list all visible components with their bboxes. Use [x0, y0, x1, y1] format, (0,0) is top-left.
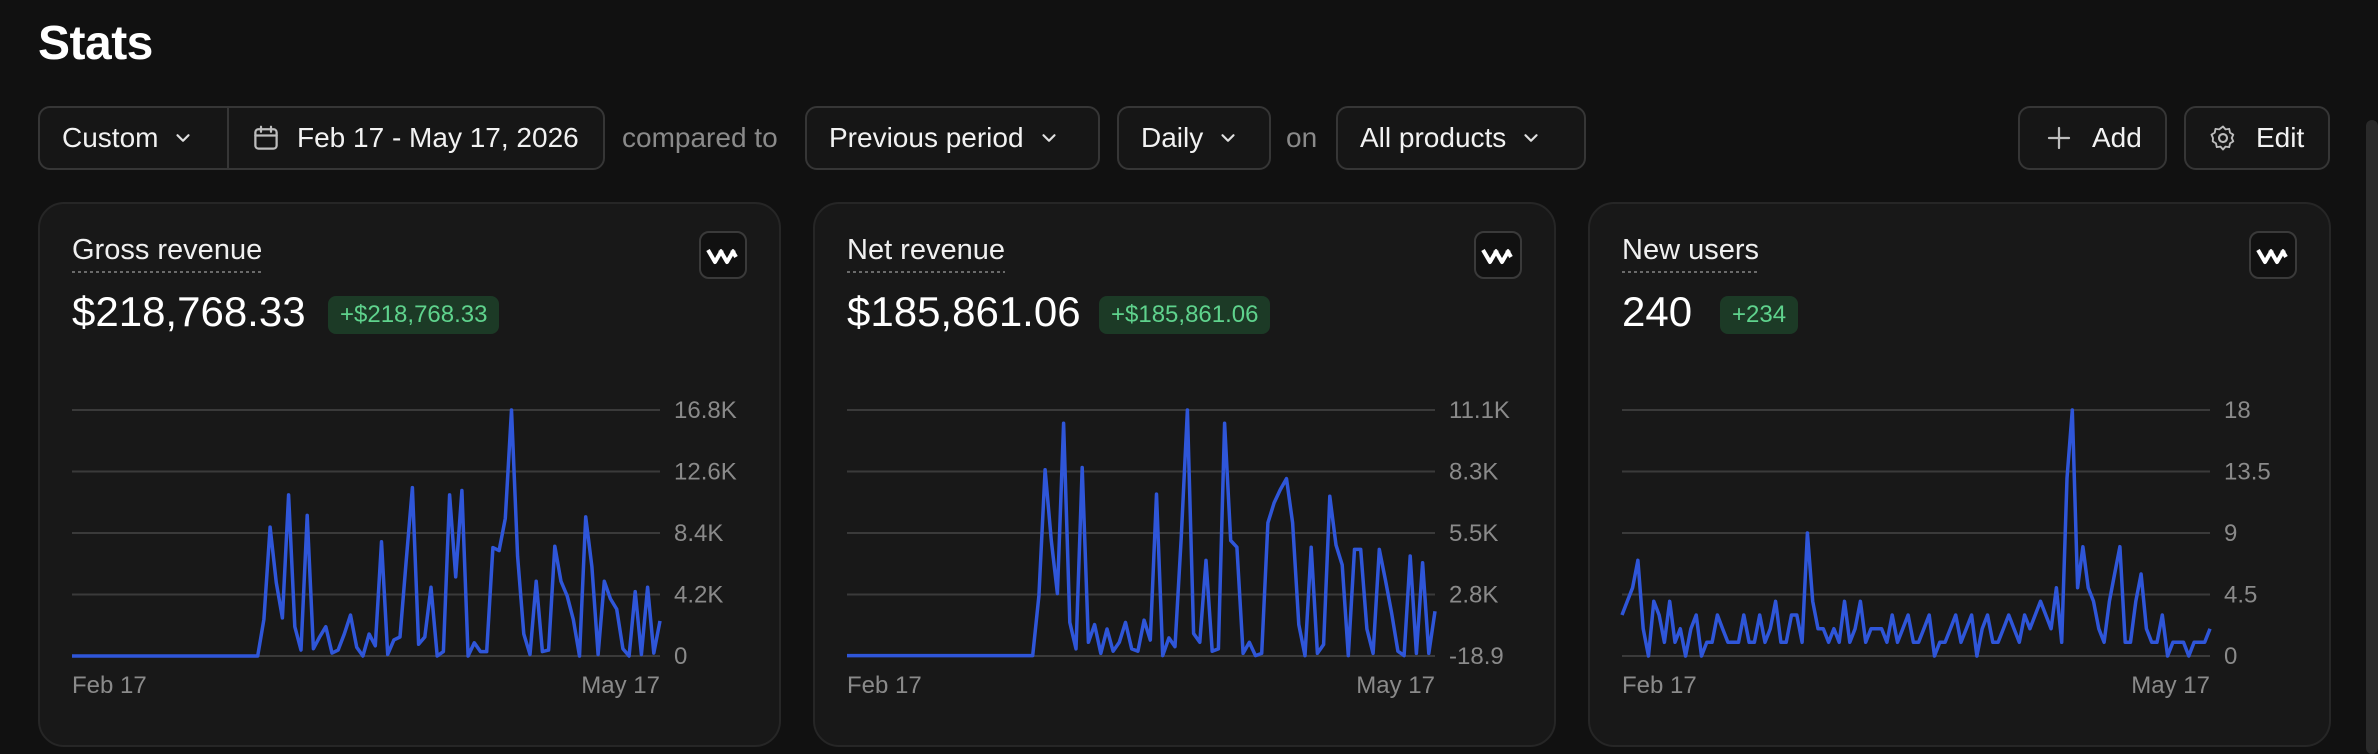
y-tick-label: -18.9 [1449, 643, 1504, 670]
products-label: All products [1360, 122, 1507, 153]
metric-card-new-users[interactable]: New users 240 +234 18 13.5 9 4.5 0 Feb 17 May … [1588, 202, 2331, 747]
add-label: Add [2092, 122, 2142, 153]
y-tick-label: 0 [674, 643, 687, 670]
on-text: on [1286, 122, 1318, 153]
metric-card-gross-revenue[interactable]: Gross revenue $218,768.33 +$218,768.33 1… [38, 202, 781, 747]
range-preset-label: Custom [62, 122, 159, 153]
chevron-down-icon [1524, 134, 1538, 142]
y-tick-label: 4.2K [674, 582, 723, 609]
interval-label: Daily [1141, 122, 1204, 153]
interval-dropdown[interactable]: Daily [1117, 106, 1271, 170]
y-tick-label: 16.8K [674, 397, 737, 424]
chevron-down-icon [1221, 134, 1235, 142]
edit-button[interactable]: Edit [2184, 106, 2330, 170]
y-tick-label: 13.5 [2224, 459, 2271, 486]
page-title: Stats [38, 17, 153, 70]
y-tick-label: 8.4K [674, 520, 723, 547]
net-revenue-chart: 11.1K 8.3K 5.5K 2.8K -18.9 Feb 17 May 17 [847, 397, 1510, 699]
edit-label: Edit [2256, 122, 2305, 153]
comparison-label: Previous period [829, 122, 1024, 153]
gear-icon [2210, 125, 2235, 151]
y-tick-label: 0 [2224, 643, 2237, 670]
filter-toolbar: Custom Feb 17 - May 17, 2026 compared to… [38, 106, 2330, 170]
x-tick-label: Feb 17 [847, 672, 922, 699]
x-tick-label: Feb 17 [1622, 672, 1697, 699]
x-tick-label: May 17 [2131, 672, 2210, 699]
metric-card-net-revenue[interactable]: Net revenue $185,861.06 +$185,861.06 11.… [813, 202, 1556, 747]
y-tick-label: 4.5 [2224, 582, 2257, 609]
chevron-down-icon [1041, 134, 1056, 142]
plus-icon [2047, 126, 2071, 150]
page-scrollbar[interactable] [2366, 120, 2378, 754]
y-tick-label: 8.3K [1449, 459, 1498, 486]
new-users-chart: 18 13.5 9 4.5 0 Feb 17 May 17 [1620, 397, 2271, 699]
date-range-label: Feb 17 - May 17, 2026 [297, 122, 579, 153]
y-tick-label: 11.1K [1449, 397, 1510, 424]
y-tick-label: 18 [2224, 397, 2251, 424]
gross-revenue-chart: 16.8K 12.6K 8.4K 4.2K 0 Feb 17 May 17 [72, 397, 737, 699]
range-preset-dropdown[interactable]: Custom [40, 108, 229, 168]
y-tick-label: 5.5K [1449, 520, 1498, 547]
products-dropdown[interactable]: All products [1336, 106, 1586, 170]
y-tick-label: 12.6K [674, 459, 737, 486]
y-tick-label: 2.8K [1449, 582, 1498, 609]
comparison-dropdown[interactable]: Previous period [805, 106, 1100, 170]
chevron-down-icon [176, 134, 191, 142]
add-button[interactable]: Add [2018, 106, 2167, 170]
date-range-picker[interactable]: Feb 17 - May 17, 2026 [229, 108, 579, 168]
x-tick-label: May 17 [581, 672, 660, 699]
x-tick-label: Feb 17 [72, 672, 147, 699]
calendar-icon [254, 125, 278, 150]
x-tick-label: May 17 [1356, 672, 1435, 699]
compared-to-text: compared to [622, 122, 778, 153]
y-tick-label: 9 [2224, 520, 2237, 547]
date-range-control: Custom Feb 17 - May 17, 2026 [38, 106, 605, 170]
